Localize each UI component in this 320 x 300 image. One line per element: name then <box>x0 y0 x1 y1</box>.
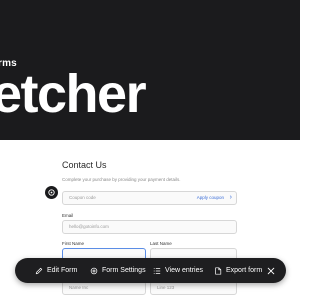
coupon-field[interactable]: Coupon code Apply coupon › <box>62 191 237 205</box>
chevron-right-icon: › <box>229 194 232 201</box>
view-entries-label: View entries <box>165 267 204 274</box>
email-field[interactable]: hello@gotoinfo.com <box>62 220 237 234</box>
form-settings-label: Form Settings <box>102 267 146 274</box>
export-form-button[interactable]: Export form <box>214 258 262 283</box>
move-icon <box>48 189 55 196</box>
hero-brand-title: etcher <box>0 64 147 124</box>
edit-form-button[interactable]: Edit Form <box>35 258 77 283</box>
export-icon <box>215 266 222 275</box>
drag-handle[interactable] <box>45 186 58 199</box>
hero-banner: rms etcher <box>0 0 300 140</box>
last-name-label: Last Name <box>150 241 172 246</box>
form-subtitle: Complete your purchase by providing your… <box>62 177 181 182</box>
view-entries-button[interactable]: View entries <box>153 258 203 283</box>
edit-form-label: Edit Form <box>47 267 78 274</box>
list-icon <box>153 267 161 274</box>
pencil-icon <box>35 267 43 274</box>
form-settings-button[interactable]: Form Settings <box>90 258 146 283</box>
apply-coupon-link[interactable]: Apply coupon <box>197 195 224 200</box>
gear-icon <box>90 267 98 274</box>
company-placeholder: Name Inc <box>69 285 89 290</box>
form-title: Contact Us <box>62 160 107 170</box>
email-placeholder: hello@gotoinfo.com <box>69 224 109 229</box>
close-toolbar-button[interactable] <box>267 258 275 283</box>
address-placeholder: Line 123 <box>157 285 175 290</box>
floating-toolbar: Edit Form Form Settings View entries Exp… <box>15 258 286 283</box>
close-icon <box>267 267 275 274</box>
first-name-label: First Name <box>62 241 85 246</box>
address-field[interactable]: Line 123 <box>150 281 237 295</box>
company-field[interactable]: Name Inc <box>62 281 146 295</box>
email-label: Email <box>62 213 74 218</box>
export-form-label: Export form <box>226 267 263 274</box>
coupon-placeholder: Coupon code <box>69 195 96 200</box>
